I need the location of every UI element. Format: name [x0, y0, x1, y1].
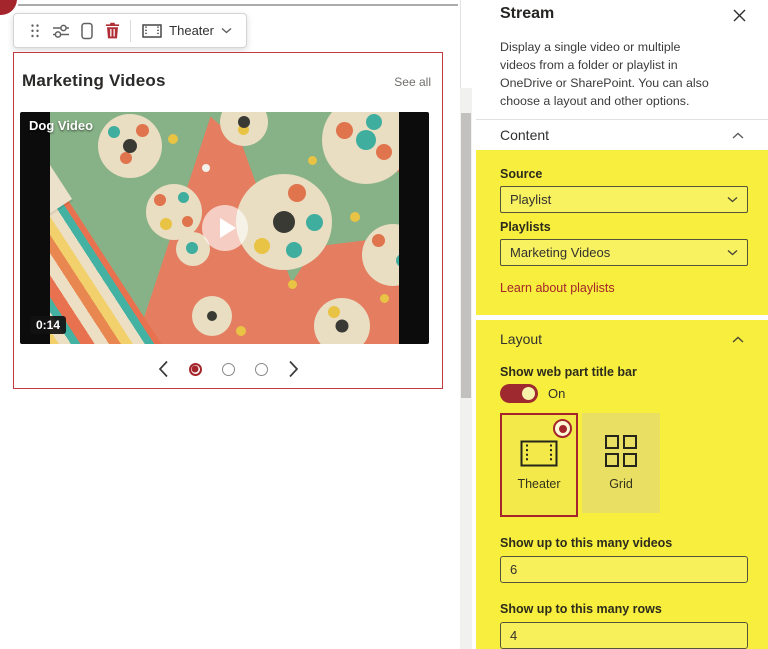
video-duration-badge: 0:14	[30, 316, 67, 334]
stream-webpart[interactable]: Marketing Videos See all Dog Video 0:14	[13, 52, 443, 389]
video-player[interactable]: Dog Video 0:14	[20, 112, 429, 344]
thumbnail-art-wheel	[98, 114, 162, 178]
pane-header: Stream	[476, 0, 768, 24]
layout-option-cards: Theater Grid	[500, 413, 748, 517]
source-dropdown-value: Playlist	[510, 192, 552, 208]
playlists-dropdown-value: Marketing Videos	[510, 245, 611, 261]
playlists-dropdown[interactable]: Marketing Videos	[500, 239, 748, 267]
max-rows-input[interactable]	[500, 622, 748, 649]
section-header-content[interactable]: Content	[476, 119, 768, 150]
selected-radio-icon	[553, 419, 572, 438]
chevron-up-icon[interactable]	[728, 332, 748, 347]
thumbnail-art-dot	[308, 156, 317, 165]
pane-title: Stream	[500, 5, 555, 22]
thumbnail-art-dot	[380, 294, 389, 303]
toggle-knob	[522, 387, 535, 400]
learn-about-playlists-link[interactable]: Learn about playlists	[500, 281, 615, 295]
chevron-left-icon[interactable]	[158, 360, 169, 378]
section-header-layout[interactable]: Layout	[500, 320, 748, 358]
layout-card-label: Grid	[609, 477, 633, 491]
webpart-title: Marketing Videos	[22, 71, 166, 90]
thumbnail-art-wheel	[236, 174, 332, 270]
video-carousel-controls	[14, 351, 442, 387]
pane-scrollbar[interactable]	[460, 88, 472, 649]
thumbnail-art-dot	[288, 280, 297, 289]
see-all-link[interactable]: See all	[394, 75, 431, 89]
video-title-overlay: Dog Video	[29, 118, 94, 133]
max-videos-input[interactable]	[500, 556, 748, 583]
chevron-up-icon[interactable]	[728, 128, 748, 143]
max-videos-label: Show up to this many videos	[500, 536, 673, 550]
section-layout-label: Layout	[500, 331, 543, 347]
layout-card-label: Theater	[517, 476, 561, 491]
title-bar-toggle[interactable]	[500, 384, 538, 403]
chevron-right-icon[interactable]	[288, 360, 299, 378]
layout-card-theater[interactable]: Theater	[500, 413, 578, 517]
drag-handle-icon[interactable]	[22, 16, 48, 46]
layout-dropdown-label: Theater	[169, 23, 214, 38]
edit-properties-icon[interactable]	[48, 16, 74, 46]
source-dropdown[interactable]: Playlist	[500, 186, 748, 214]
layout-dropdown-button[interactable]: Theater	[136, 16, 238, 46]
thumbnail-art-wheel	[322, 112, 399, 184]
theater-layout-icon	[520, 440, 558, 467]
pane-left-edge	[460, 0, 461, 88]
close-icon[interactable]	[731, 7, 748, 24]
layout-card-grid[interactable]: Grid	[582, 413, 660, 513]
content-section-body: Source Playlist Playlists Marketing Vide…	[476, 150, 768, 316]
pane-scrollbar-thumb[interactable]	[461, 113, 471, 398]
thumbnail-art-wheel	[192, 296, 232, 336]
carousel-dot[interactable]	[221, 362, 235, 376]
source-label: Source	[500, 167, 543, 182]
duplicate-icon[interactable]	[74, 16, 100, 46]
page-canvas: Theater Marketing Videos See all Dog Vid…	[0, 0, 460, 649]
chevron-down-icon	[221, 27, 232, 34]
property-pane: Stream Display a single video or multipl…	[460, 0, 768, 649]
max-rows-label: Show up to this many rows	[500, 602, 662, 616]
playlists-label: Playlists	[500, 220, 551, 235]
pane-description: Display a single video or multiple video…	[500, 40, 709, 109]
webpart-title-bar: Marketing Videos See all	[14, 53, 442, 103]
chevron-down-icon	[727, 249, 738, 256]
thumbnail-art-dot	[350, 212, 360, 222]
carousel-dot-selected[interactable]	[188, 362, 202, 376]
grid-layout-icon	[605, 435, 637, 467]
section-content-label: Content	[500, 127, 550, 144]
thumbnail-art-dot	[202, 164, 210, 172]
play-icon[interactable]	[201, 205, 248, 251]
title-bar-label: Show web part title bar	[500, 365, 637, 379]
theater-layout-icon	[142, 23, 162, 38]
thumbnail-art-dot	[168, 134, 178, 144]
carousel-dot[interactable]	[254, 362, 268, 376]
thumbnail-art-dot	[236, 326, 246, 336]
section-divider-line	[6, 4, 458, 6]
toggle-state-label: On	[548, 386, 566, 401]
title-bar-toggle-row: On	[500, 384, 748, 403]
webpart-toolbar: Theater	[13, 13, 247, 48]
toolbar-divider	[130, 19, 132, 42]
chevron-down-icon	[727, 196, 738, 203]
layout-section-body: Layout Show web part title bar On Theate…	[476, 320, 768, 649]
delete-icon[interactable]	[99, 16, 125, 46]
